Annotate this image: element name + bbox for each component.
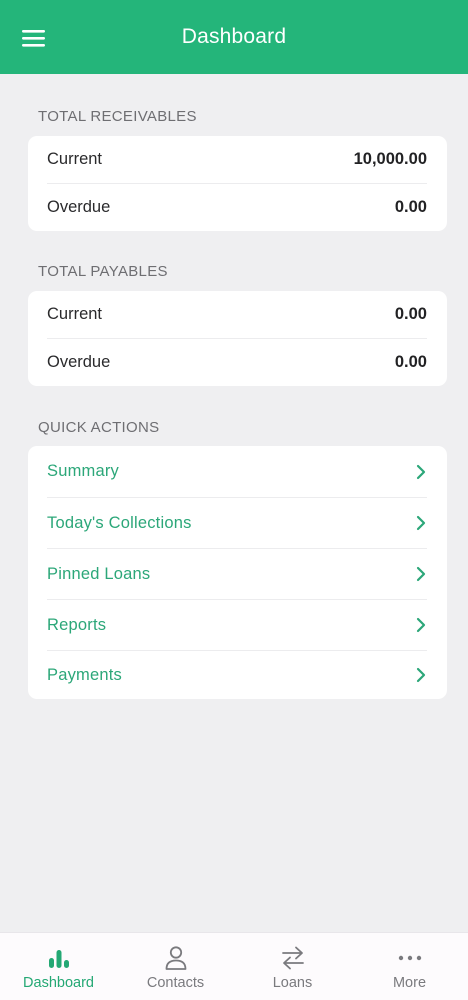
menu-button[interactable] (22, 28, 46, 48)
page-title: Dashboard (181, 25, 287, 48)
nav-label: Loans (272, 975, 313, 991)
receivables-row-overdue: Overdue 0.00 (47, 183, 427, 231)
section-label-quick-actions: QUICK ACTIONS (38, 419, 160, 436)
nav-label: More (392, 975, 427, 991)
receivables-card: Current 10,000.00 Overdue 0.00 (28, 136, 447, 231)
payables-row-current: Current 0.00 (47, 291, 427, 338)
row-label: Overdue (47, 353, 111, 371)
person-icon (165, 946, 186, 970)
row-value: 0.00 (394, 353, 427, 371)
chevron-right-icon (416, 617, 426, 633)
bottom-nav: Dashboard Contacts Loans More (0, 932, 468, 1000)
swap-arrows-icon (281, 946, 304, 970)
nav-label: Contacts (146, 975, 205, 991)
nav-icon-wrap (279, 945, 307, 971)
chevron-right-icon (416, 464, 426, 479)
payables-row-overdue: Overdue 0.00 (47, 338, 427, 386)
receivables-row-current: Current 10,000.00 (47, 136, 427, 183)
quick-action-label: Pinned Loans (47, 564, 151, 583)
nav-icon-wrap (45, 945, 73, 971)
quick-action-todays-collections[interactable]: Today's Collections (47, 497, 427, 548)
section-label-receivables: TOTAL RECEIVABLES (38, 108, 197, 125)
quick-action-label: Summary (47, 462, 119, 480)
nav-item-more[interactable]: More (351, 933, 468, 1000)
nav-item-dashboard[interactable]: Dashboard (0, 933, 117, 1000)
quick-action-reports[interactable]: Reports (47, 599, 427, 650)
chevron-right-icon (416, 515, 426, 531)
row-value: 10,000.00 (353, 150, 427, 168)
row-label: Current (47, 150, 103, 168)
row-value: 0.00 (394, 305, 427, 323)
quick-action-summary[interactable]: Summary (47, 446, 427, 497)
quick-action-payments[interactable]: Payments (47, 650, 427, 699)
bar-chart-icon (48, 950, 69, 968)
quick-action-label: Reports (47, 615, 107, 634)
more-dots-icon (398, 955, 421, 961)
nav-item-contacts[interactable]: Contacts (117, 933, 234, 1000)
payables-card: Current 0.00 Overdue 0.00 (28, 291, 447, 386)
quick-action-label: Payments (47, 665, 122, 684)
nav-icon-wrap (162, 945, 190, 971)
quick-action-pinned-loans[interactable]: Pinned Loans (47, 548, 427, 599)
quick-action-label: Today's Collections (47, 513, 192, 532)
app-root: Dashboard TOTAL RECEIVABLES Current 10,0… (0, 0, 468, 1000)
nav-item-loans[interactable]: Loans (234, 933, 351, 1000)
chevron-right-icon (416, 667, 426, 683)
chevron-right-icon (416, 566, 426, 582)
row-value: 0.00 (394, 198, 427, 216)
app-header: Dashboard (0, 0, 468, 74)
hamburger-menu-icon (22, 30, 45, 47)
row-label: Current (47, 305, 103, 323)
section-label-payables: TOTAL PAYABLES (38, 263, 168, 280)
row-label: Overdue (47, 198, 111, 216)
nav-icon-wrap (396, 945, 424, 971)
nav-label: Dashboard (23, 975, 94, 991)
quick-actions-card: Summary Today's Collections Pinned Loans… (28, 446, 447, 699)
